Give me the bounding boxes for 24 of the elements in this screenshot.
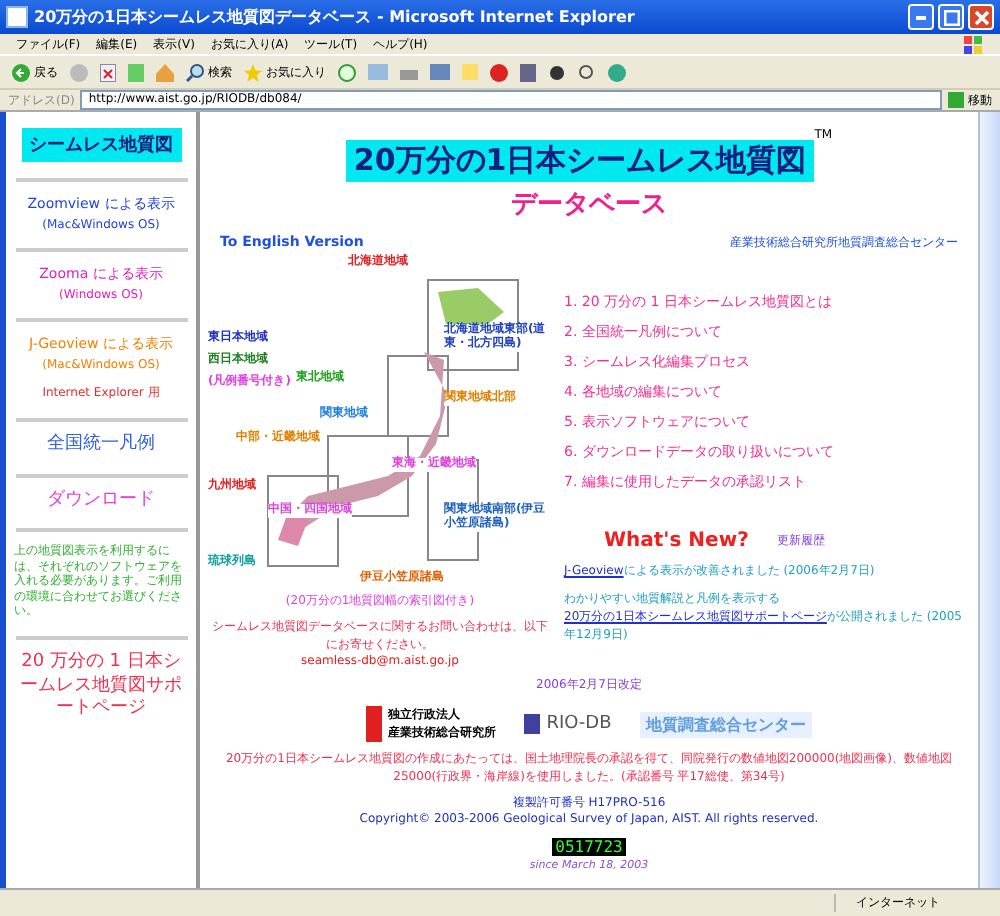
maximize-icon	[943, 9, 959, 25]
vertical-scrollbar[interactable]	[978, 112, 1000, 888]
home-icon[interactable]	[156, 63, 174, 81]
rio-db-logo[interactable]: RIO-DB	[524, 714, 612, 734]
access-counter: 0517723	[551, 838, 627, 856]
sidebar-link[interactable]: 20 万分の 1 日本シームレス地質図サポートページ	[14, 651, 188, 722]
minimize-button[interactable]	[908, 4, 934, 30]
page-icon	[6, 6, 28, 28]
whats-new-heading: What's New?	[604, 530, 749, 552]
back-arrow-icon	[12, 63, 30, 81]
star-icon	[244, 63, 262, 81]
search-icon	[186, 63, 204, 81]
maximize-button[interactable]	[938, 4, 964, 30]
site-logo: 20万分の1日本シームレス地質図	[345, 140, 815, 182]
close-icon	[973, 9, 989, 25]
sidebar-link[interactable]: ダウンロード	[47, 489, 155, 513]
windows-logo-icon	[964, 35, 984, 53]
sidebar-logo[interactable]: シームレス地質図	[21, 128, 181, 162]
sidebar-link[interactable]: 全国統一凡例	[47, 434, 155, 458]
minimize-icon	[916, 15, 926, 19]
database-title: データベース	[511, 188, 667, 222]
window-title: 20万分の1日本シームレス地質図データベース - Microsoft Internet Explorer	[34, 6, 637, 28]
stop-icon[interactable]	[100, 63, 116, 81]
close-button[interactable]	[968, 4, 994, 30]
